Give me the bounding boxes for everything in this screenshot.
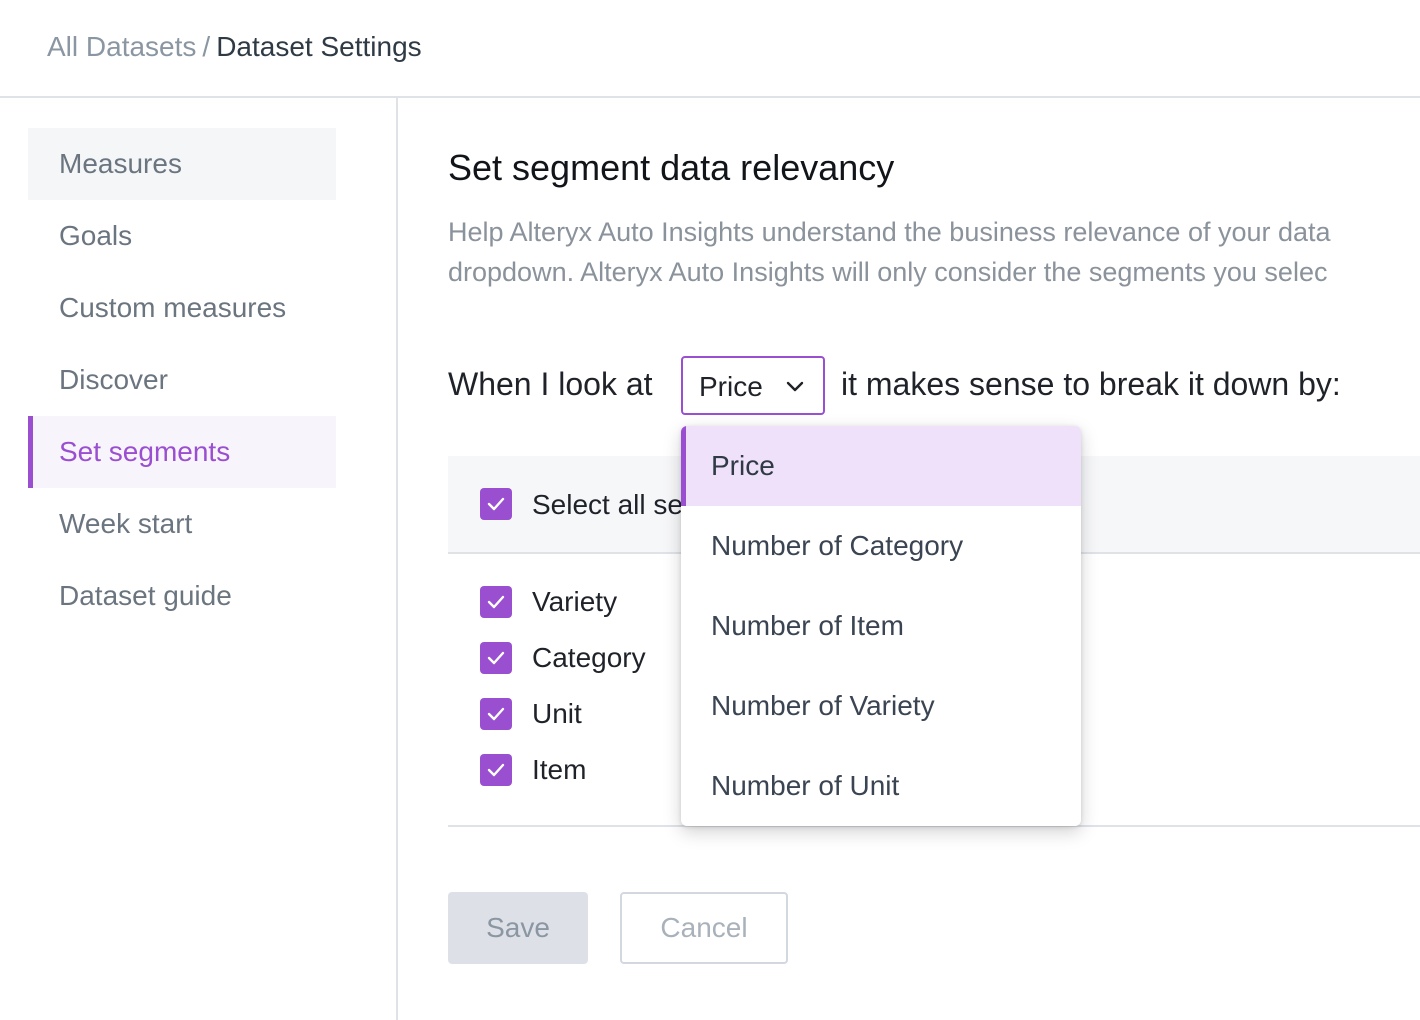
header-bar: All Datasets / Dataset Settings	[0, 0, 1420, 98]
sidebar-item-set-segments[interactable]: Set segments	[28, 416, 336, 488]
settings-sidebar: Measures Goals Custom measures Discover …	[0, 98, 398, 1020]
sidebar-item-measures[interactable]: Measures	[28, 128, 336, 200]
page-description: Help Alteryx Auto Insights understand th…	[448, 212, 1420, 292]
select-all-checkbox[interactable]	[480, 488, 512, 520]
chevron-down-icon	[786, 381, 804, 392]
measure-select-value: Price	[699, 371, 763, 402]
check-icon	[487, 707, 505, 721]
segment-checkbox-unit[interactable]	[480, 698, 512, 730]
check-icon	[487, 763, 505, 777]
measure-select[interactable]: Price	[681, 356, 825, 415]
dropdown-option-number-of-category[interactable]: Number of Category	[681, 506, 1081, 586]
check-icon	[487, 595, 505, 609]
segment-label-category: Category	[532, 642, 646, 673]
segment-checkbox-category[interactable]	[480, 642, 512, 674]
segment-label-variety: Variety	[532, 586, 618, 617]
dropdown-option-number-of-item[interactable]: Number of Item	[681, 586, 1081, 666]
breadcrumb: All Datasets / Dataset Settings	[47, 30, 422, 64]
breadcrumb-all-datasets-link[interactable]: All Datasets	[47, 31, 196, 62]
description-line-1: Help Alteryx Auto Insights understand th…	[448, 217, 1331, 247]
segment-checkbox-item[interactable]	[480, 754, 512, 786]
breadcrumb-current: Dataset Settings	[216, 31, 422, 62]
sidebar-item-discover[interactable]: Discover	[28, 344, 336, 416]
sidebar-item-goals[interactable]: Goals	[28, 200, 336, 272]
check-icon	[487, 497, 505, 511]
segment-label-unit: Unit	[532, 698, 582, 729]
measure-dropdown-menu: Price Number of Category Number of Item …	[681, 426, 1081, 826]
segment-checkbox-variety[interactable]	[480, 586, 512, 618]
save-button[interactable]: Save	[448, 892, 588, 964]
sidebar-item-dataset-guide[interactable]: Dataset guide	[28, 560, 336, 632]
page-title: Set segment data relevancy	[448, 147, 895, 188]
dropdown-option-number-of-unit[interactable]: Number of Unit	[681, 746, 1081, 826]
dropdown-option-number-of-variety[interactable]: Number of Variety	[681, 666, 1081, 746]
select-all-label: Select all se	[532, 489, 683, 520]
cancel-button[interactable]: Cancel	[620, 892, 788, 964]
sentence-suffix: it makes sense to break it down by:	[841, 366, 1341, 402]
check-icon	[487, 651, 505, 665]
sentence-prefix: When I look at	[448, 366, 653, 402]
breadcrumb-separator: /	[202, 31, 211, 62]
segment-label-item: Item	[532, 754, 587, 785]
description-line-2: dropdown. Alteryx Auto Insights will onl…	[448, 257, 1328, 287]
sidebar-item-week-start[interactable]: Week start	[28, 488, 336, 560]
dropdown-option-price[interactable]: Price	[681, 426, 1081, 506]
sidebar-item-custom-measures[interactable]: Custom measures	[28, 272, 336, 344]
